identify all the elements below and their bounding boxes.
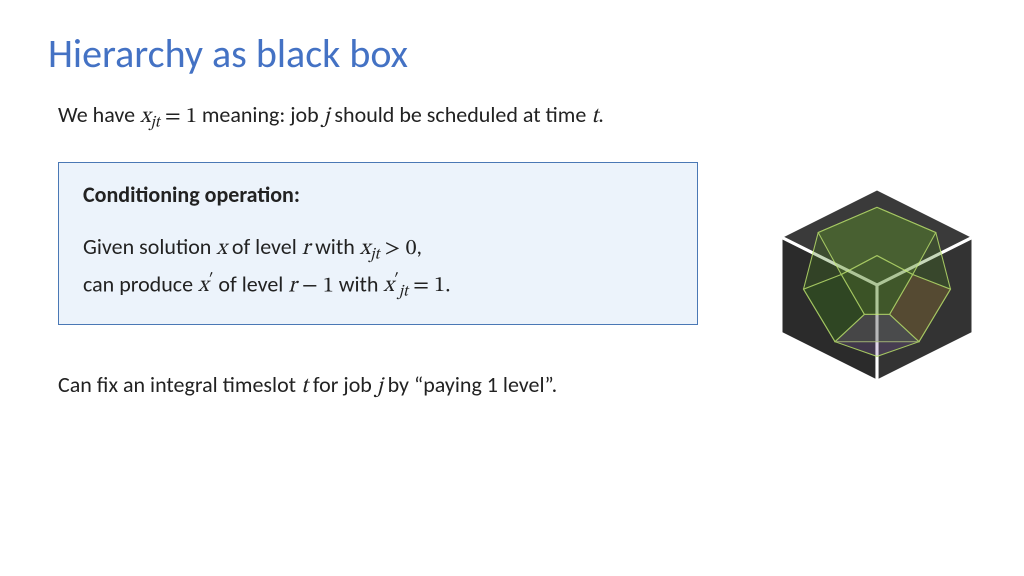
text: meaning: job xyxy=(197,101,324,128)
text: should be scheduled at time xyxy=(329,101,591,128)
math-r: r xyxy=(302,238,310,260)
box-line-2: can produce x′ of level r − 1 with x′jt … xyxy=(83,267,673,304)
box-heading: Conditioning operation: xyxy=(83,181,673,208)
math-xprime: x′ xyxy=(198,275,213,297)
intro-line: We have xjt = 1 meaning: job j should be… xyxy=(58,100,976,134)
text: . xyxy=(598,101,604,128)
text: We have xyxy=(58,101,140,128)
math-t: t xyxy=(301,376,308,398)
slide-title: Hierarchy as black box xyxy=(48,32,976,76)
math-xjt-eq-1: xjt = 1 xyxy=(140,106,197,128)
conditioning-box: Conditioning operation: Given solution x… xyxy=(58,162,698,325)
slide: Hierarchy as black box We have xjt = 1 m… xyxy=(0,0,1024,576)
math-xjt-gt-0: xjt > 0 xyxy=(360,238,417,260)
math-r-minus-1: r − 1 xyxy=(288,275,333,297)
math-xprime-jt-eq-1: x′jt = 1 xyxy=(383,275,445,297)
box-line-1: Given solution x of level r with xjt > 0… xyxy=(83,230,673,267)
math-x: x xyxy=(216,238,227,260)
cube-dodecahedron-graphic xyxy=(772,180,982,390)
